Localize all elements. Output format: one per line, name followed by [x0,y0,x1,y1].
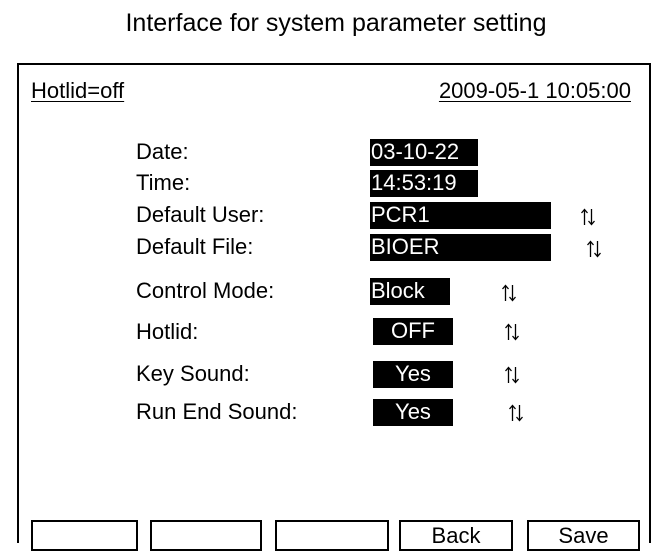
default-file-field[interactable]: BIOER [370,234,551,261]
default-file-label: Default File: [136,234,254,259]
hotlid-field[interactable]: OFF [373,318,453,345]
softkey-1-button[interactable] [31,520,138,551]
device-screen: Hotlid=off 2009-05-1 10:05:00 Date: 03-1… [17,63,651,551]
up-down-arrows-icon[interactable] [508,403,524,423]
status-datetime: 2009-05-1 10:05:00 [438,78,631,103]
date-field[interactable]: 03-10-22 [370,139,478,166]
softkey-3-button[interactable] [275,520,389,551]
date-label: Date: [136,139,189,164]
default-user-label: Default User: [136,202,265,227]
key-sound-field[interactable]: Yes [373,361,453,388]
up-down-arrows-icon[interactable] [580,207,596,227]
up-down-arrows-icon[interactable] [504,365,520,385]
control-mode-label: Control Mode: [136,278,275,303]
control-mode-field[interactable]: Block [370,278,450,305]
run-end-sound-label: Run End Sound: [136,399,298,424]
up-down-arrows-icon[interactable] [501,283,517,303]
back-button[interactable]: Back [399,520,513,551]
up-down-arrows-icon[interactable] [504,322,520,342]
key-sound-label: Key Sound: [136,361,250,386]
hotlid-status: Hotlid=off [31,78,125,103]
hotlid-label: Hotlid: [136,319,199,344]
softkey-2-button[interactable] [150,520,262,551]
run-end-sound-field[interactable]: Yes [373,399,453,426]
time-field[interactable]: 14:53:19 [370,170,478,197]
time-label: Time: [136,170,191,195]
figure-caption: Interface for system parameter setting [125,9,547,37]
save-button[interactable]: Save [527,520,640,551]
up-down-arrows-icon[interactable] [586,239,602,259]
default-user-field[interactable]: PCR1 [370,202,551,229]
